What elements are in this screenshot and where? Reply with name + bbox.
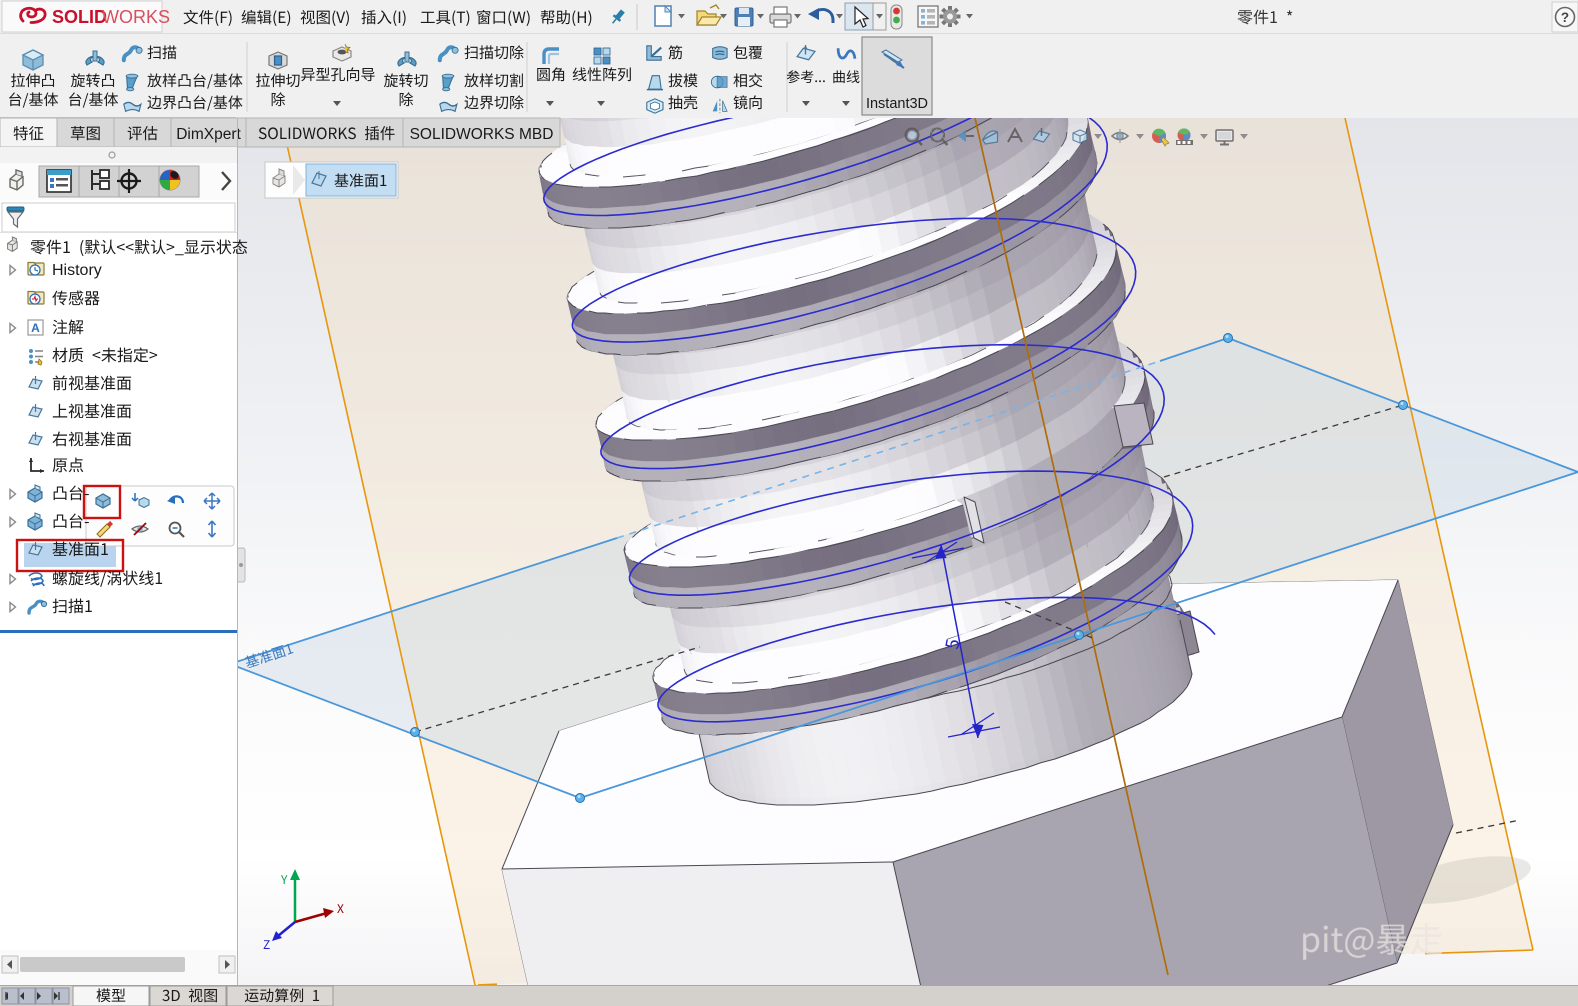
svg-text:History: History xyxy=(52,262,102,279)
svg-text:DimXpert: DimXpert xyxy=(176,126,241,143)
svg-text:WORKS: WORKS xyxy=(102,7,170,27)
svg-text:?: ? xyxy=(1561,10,1569,25)
svg-text:SOLID: SOLID xyxy=(52,7,107,27)
svg-text:A: A xyxy=(31,321,40,335)
svg-text:SOLIDWORKS MBD: SOLIDWORKS MBD xyxy=(410,126,554,143)
svg-text:Instant3D: Instant3D xyxy=(866,96,928,112)
